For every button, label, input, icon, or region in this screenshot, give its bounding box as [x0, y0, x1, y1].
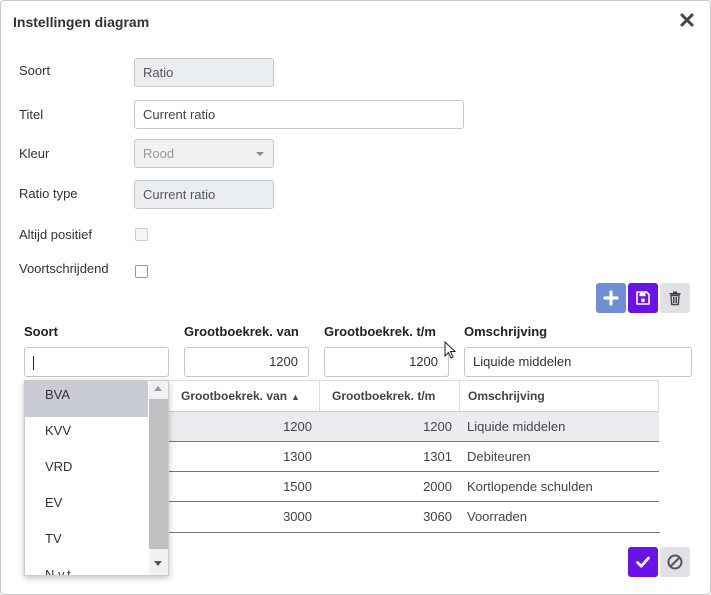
voortschrijdend-label: Voortschrijdend: [19, 261, 109, 276]
dropdown-option[interactable]: N.v.t.: [25, 561, 148, 575]
soort-dropdown-list: BVA KVV VRD EV TV N.v.t.: [24, 380, 169, 576]
grid-header-van[interactable]: Grootboekrek. van ▲: [181, 381, 300, 411]
chevron-down-icon: [256, 152, 264, 156]
floppy-disk-icon: [636, 291, 650, 305]
sort-arrow-icon: ▲: [291, 392, 300, 402]
ban-icon: [667, 554, 683, 570]
dropdown-option[interactable]: BVA: [25, 381, 148, 417]
titel-label: Titel: [19, 107, 44, 122]
cell-omschrijving: Voorraden: [467, 509, 527, 524]
dialog-title: Instellingen diagram: [13, 14, 150, 30]
dropdown-option[interactable]: KVV: [25, 417, 148, 453]
column-divider: [319, 381, 320, 411]
altijd-positief-checkbox: [135, 228, 148, 241]
soort-input[interactable]: [24, 347, 169, 377]
close-icon[interactable]: [679, 12, 697, 30]
omschrijving-input[interactable]: Liquide middelen: [464, 347, 692, 377]
altijd-positief-label: Altijd positief: [19, 227, 92, 242]
dropdown-scrollbar[interactable]: [149, 381, 168, 575]
text-cursor: [33, 355, 34, 370]
cell-tm: 1301: [423, 449, 452, 464]
delete-button[interactable]: [660, 283, 690, 313]
cell-van: 3000: [283, 509, 312, 524]
cell-tm: 3060: [423, 509, 452, 524]
cell-omschrijving: Liquide middelen: [467, 419, 566, 434]
omschrijving-column-header: Omschrijving: [464, 324, 548, 339]
cell-omschrijving: Debiteuren: [467, 449, 531, 464]
plus-icon: [603, 290, 619, 306]
save-button[interactable]: [628, 283, 658, 313]
ratio-type-field: Current ratio: [134, 180, 274, 209]
dialog-header: Instellingen diagram: [1, 1, 710, 43]
confirm-button[interactable]: [628, 547, 658, 577]
scroll-up-icon[interactable]: [154, 386, 162, 391]
dropdown-option[interactable]: EV: [25, 489, 148, 525]
titel-input[interactable]: Current ratio: [134, 100, 464, 129]
kleur-select: Rood: [134, 139, 274, 168]
trash-icon: [669, 291, 681, 306]
mouse-pointer-icon: [444, 341, 457, 359]
grid-header-tm[interactable]: Grootboekrek. t/m: [332, 381, 435, 411]
cell-tm: 2000: [423, 479, 452, 494]
cancel-button[interactable]: [660, 547, 690, 577]
grid-header-omschrijving[interactable]: Omschrijving: [468, 381, 545, 411]
cell-tm: 1200: [423, 419, 452, 434]
soort-column-header: Soort: [24, 324, 58, 339]
van-input[interactable]: 1200: [184, 347, 309, 377]
kleur-label: Kleur: [19, 146, 50, 161]
add-button[interactable]: [596, 283, 626, 313]
tm-input[interactable]: 1200: [324, 347, 449, 377]
cell-van: 1200: [283, 419, 312, 434]
soort-label: Soort: [19, 63, 51, 78]
scroll-down-icon[interactable]: [154, 561, 162, 566]
cell-van: 1500: [283, 479, 312, 494]
tm-column-header: Grootboekrek. t/m: [324, 324, 436, 339]
van-column-header: Grootboekrek. van: [184, 324, 299, 339]
settings-dialog: Instellingen diagram Soort Ratio Titel C…: [0, 0, 711, 595]
dropdown-option[interactable]: TV: [25, 525, 148, 561]
dropdown-option[interactable]: VRD: [25, 453, 148, 489]
cell-van: 1300: [283, 449, 312, 464]
voortschrijdend-checkbox[interactable]: [135, 265, 148, 278]
check-icon: [636, 556, 650, 568]
kleur-value: Rood: [143, 146, 175, 161]
scrollbar-thumb[interactable]: [149, 399, 168, 549]
soort-field: Ratio: [134, 58, 274, 87]
cell-omschrijving: Kortlopende schulden: [467, 479, 593, 494]
column-divider: [459, 381, 460, 411]
ratio-type-label: Ratio type: [19, 186, 78, 201]
